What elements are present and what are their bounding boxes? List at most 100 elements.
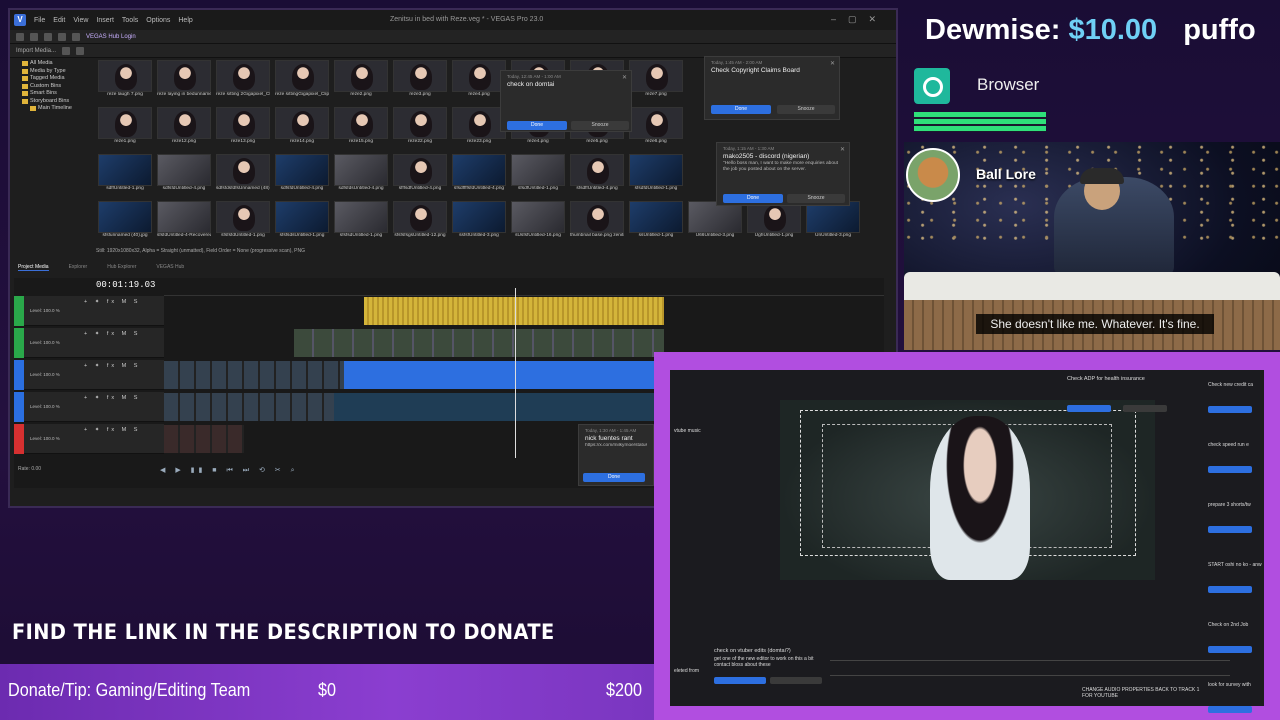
- snooze-button[interactable]: Snooze: [777, 105, 835, 114]
- media-thumbnail[interactable]: sfsfsfsgsUntitled-12.png: [393, 201, 447, 243]
- transport-controls[interactable]: ◀ ▶ ▮▮ ■ ⏮ ⏭ ⟲ ✂ ⌕: [160, 466, 299, 475]
- menu-item[interactable]: View: [73, 17, 88, 24]
- done-button[interactable]: [1208, 466, 1252, 473]
- media-thumbnail[interactable]: reze22.png: [393, 107, 447, 149]
- track-buttons[interactable]: + ✦ fx M S: [84, 427, 140, 433]
- tab-2[interactable]: Hub Explorer: [107, 264, 136, 271]
- tab-3[interactable]: VEGAS Hub: [156, 264, 184, 271]
- media-thumbnail[interactable]: sdfsfdsUntitled-4.png: [334, 154, 388, 196]
- done-button[interactable]: [1067, 405, 1111, 412]
- media-thumbnail[interactable]: sfsfdUntitled-4-Recovered.png: [157, 201, 211, 243]
- media-thumbnail[interactable]: sfsdfUntitled-1.png: [511, 154, 565, 196]
- timeline-clip[interactable]: [294, 329, 664, 357]
- done-button[interactable]: [1208, 586, 1252, 593]
- media-thumbnail[interactable]: reze12.png: [157, 107, 211, 149]
- undo-icon[interactable]: [58, 32, 66, 41]
- media-thumbnail[interactable]: reze sitting 2Gigapixel_Clipboard_...: [216, 60, 270, 102]
- media-thumbnail[interactable]: sfsfsdsUntitled-1.png: [275, 201, 329, 243]
- menu-item[interactable]: File: [34, 17, 45, 24]
- done-button[interactable]: Done: [583, 473, 645, 482]
- menu-item[interactable]: Insert: [96, 17, 114, 24]
- media-thumbnail[interactable]: sdfsfdUntitled-4.png: [275, 154, 329, 196]
- snooze-button[interactable]: [770, 677, 822, 684]
- media-thumbnail[interactable]: sfsfsfdUntitled-1.png: [216, 201, 270, 243]
- media-thumbnail[interactable]: reze23.png: [452, 107, 506, 149]
- media-thumbnail[interactable]: reze3.png: [393, 60, 447, 102]
- done-button[interactable]: [714, 677, 766, 684]
- track-buttons[interactable]: + ✦ fx M S: [84, 363, 140, 369]
- media-thumbnail[interactable]: reze laying in bedunnamed (4)-...: [157, 60, 211, 102]
- media-thumbnail[interactable]: U66Untitled-3.png: [688, 201, 742, 243]
- media-thumbnail[interactable]: reze14.png: [275, 107, 329, 149]
- bin-item[interactable]: Main Timeline: [22, 105, 96, 113]
- redo-icon[interactable]: [72, 32, 80, 41]
- media-thumbnail[interactable]: UnUntitled-3.png: [806, 201, 860, 243]
- done-button[interactable]: [1208, 526, 1252, 533]
- snooze-button[interactable]: Snooze: [571, 121, 629, 130]
- done-button[interactable]: Done: [723, 194, 783, 203]
- playhead[interactable]: [515, 288, 516, 458]
- track-lane[interactable]: [164, 296, 884, 326]
- timeline-clip[interactable]: [164, 425, 244, 453]
- timeline-clip[interactable]: [344, 361, 654, 389]
- track-header[interactable]: Level: 100.0 % + ✦ fx M S: [14, 296, 164, 326]
- done-button[interactable]: Done: [711, 105, 771, 114]
- media-thumbnail[interactable]: reze7.png: [629, 60, 683, 102]
- tab-1[interactable]: Explorer: [69, 264, 88, 271]
- track-header[interactable]: Level: 100.0 % + ✦ fx M S: [14, 328, 164, 358]
- media-thumbnail[interactable]: sfsdffUntitled-4.png: [570, 154, 624, 196]
- menu-item[interactable]: Options: [146, 17, 170, 24]
- media-thumbnail[interactable]: sfsdfdUntitled-1.png: [629, 154, 683, 196]
- media-thumbnail[interactable]: sdfsfdsfdfsUnnamed (48).jpg: [216, 154, 270, 196]
- timeline-clip[interactable]: [334, 393, 654, 421]
- snooze-button[interactable]: Snooze: [787, 194, 845, 203]
- media-thumbnail[interactable]: reze15.png: [334, 107, 388, 149]
- timeline-clip[interactable]: [164, 393, 334, 421]
- media-thumbnail[interactable]: sfffsdfUntitled-4.png: [393, 154, 447, 196]
- bin-item[interactable]: All Media: [22, 60, 96, 68]
- track-header[interactable]: Level: 100.0 % + ✦ fx M S: [14, 424, 164, 454]
- close-icon[interactable]: ✕: [830, 60, 835, 67]
- window-controls[interactable]: –▢✕: [831, 14, 888, 25]
- timeline-clip[interactable]: [364, 297, 664, 325]
- media-thumbnail[interactable]: sfsdffffsfdUntitled-4.png: [452, 154, 506, 196]
- media-thumbnail[interactable]: reze13.png: [216, 107, 270, 149]
- open-icon[interactable]: [30, 32, 38, 41]
- save-icon[interactable]: [44, 32, 52, 41]
- import-media-button[interactable]: Import Media...: [16, 48, 56, 54]
- snooze-button[interactable]: [1123, 405, 1167, 412]
- media-thumbnail[interactable]: reze4.png: [452, 60, 506, 102]
- menu-item[interactable]: Tools: [122, 17, 138, 24]
- bin-item[interactable]: Storyboard Bins: [22, 98, 96, 106]
- done-button[interactable]: [1208, 706, 1252, 713]
- media-thumbnail[interactable]: reze6.png: [629, 107, 683, 149]
- close-icon[interactable]: ✕: [622, 74, 627, 81]
- track-buttons[interactable]: + ✦ fx M S: [84, 395, 140, 401]
- media-thumbnail[interactable]: UghUntitled-1.png: [747, 201, 801, 243]
- tab-0[interactable]: Project Media: [18, 264, 49, 271]
- media-thumbnail[interactable]: ssfsfUntitled-3.png: [452, 201, 506, 243]
- bin-item[interactable]: Smart Bins: [22, 90, 96, 98]
- menu-item[interactable]: Edit: [53, 17, 65, 24]
- media-thumbnail[interactable]: sfsfsdUntitled-1.png: [334, 201, 388, 243]
- media-thumbnail[interactable]: thumbnail base.png zenitsu reze.png: [570, 201, 624, 243]
- hub-login-link[interactable]: VEGAS Hub Login: [86, 34, 136, 40]
- media-thumbnail[interactable]: reze laugh 7.png: [98, 60, 152, 102]
- track-header[interactable]: Level: 100.0 % + ✦ fx M S: [14, 360, 164, 390]
- done-button[interactable]: Done: [507, 121, 567, 130]
- track-header[interactable]: Level: 100.0 % + ✦ fx M S: [14, 392, 164, 422]
- media-thumbnail[interactable]: reze sittingGigapixel_Clipb...: [275, 60, 329, 102]
- capture-icon[interactable]: [62, 46, 71, 55]
- media-thumbnail[interactable]: sdffUntitled-1.png: [98, 154, 152, 196]
- close-icon[interactable]: ✕: [840, 146, 845, 153]
- track-buttons[interactable]: + ✦ fx M S: [84, 331, 140, 337]
- views-icon[interactable]: [76, 46, 85, 55]
- bin-item[interactable]: Media by Type: [22, 68, 96, 76]
- media-thumbnail[interactable]: reze1.png: [98, 107, 152, 149]
- media-thumbnail[interactable]: sdfsfdUntitled-4.png: [157, 154, 211, 196]
- media-thumbnail[interactable]: ssUntitled-1.png: [629, 201, 683, 243]
- bin-item[interactable]: Tagged Media: [22, 75, 96, 83]
- media-thumbnail[interactable]: sUsfsfUntitled-16.png: [511, 201, 565, 243]
- done-button[interactable]: [1208, 406, 1252, 413]
- timeline-clip[interactable]: [164, 361, 344, 389]
